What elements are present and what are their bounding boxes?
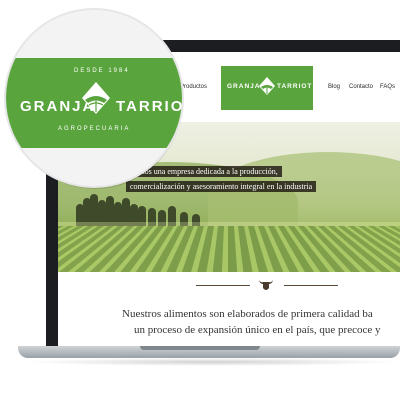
nav-link-faqs[interactable]: FAQs <box>380 84 395 90</box>
hero-tagline-line2: comercialización y asesoramiento integra… <box>126 181 317 192</box>
logo-magnifier: DESDE 1984 GRANJA TARRIOT AGROPECUARIA <box>4 8 184 188</box>
nav-link-blog[interactable]: Blog <box>328 84 340 90</box>
nav-link-productos[interactable]: Productos <box>180 84 207 90</box>
header-logo-right: TARRIOT <box>277 83 313 90</box>
magnifier-top-arc: DESDE 1984 <box>74 68 130 74</box>
bull-head-icon <box>259 280 273 290</box>
nav-link-contacto[interactable]: Contacto <box>349 84 373 90</box>
magnifier-brand-right: TARRIOT <box>116 98 184 115</box>
intro-text-line2: un proceso de expansión único en el país… <box>134 324 381 336</box>
divider-right <box>284 285 338 286</box>
divider-left <box>196 285 250 286</box>
magnifier-bottom-arc: AGROPECUARIA <box>58 126 131 132</box>
farm-emblem-icon <box>82 82 110 114</box>
intro-text-line1: Nuestros alimentos son elaborados de pri… <box>122 308 373 320</box>
laptop-lip <box>140 346 260 350</box>
farm-emblem-icon <box>259 77 275 95</box>
header-logo[interactable]: GRANJA TARRIOT <box>221 66 313 110</box>
hero-field-glow <box>58 222 400 272</box>
laptop-shadow <box>24 358 400 366</box>
header-logo-left: GRANJA <box>227 83 261 90</box>
